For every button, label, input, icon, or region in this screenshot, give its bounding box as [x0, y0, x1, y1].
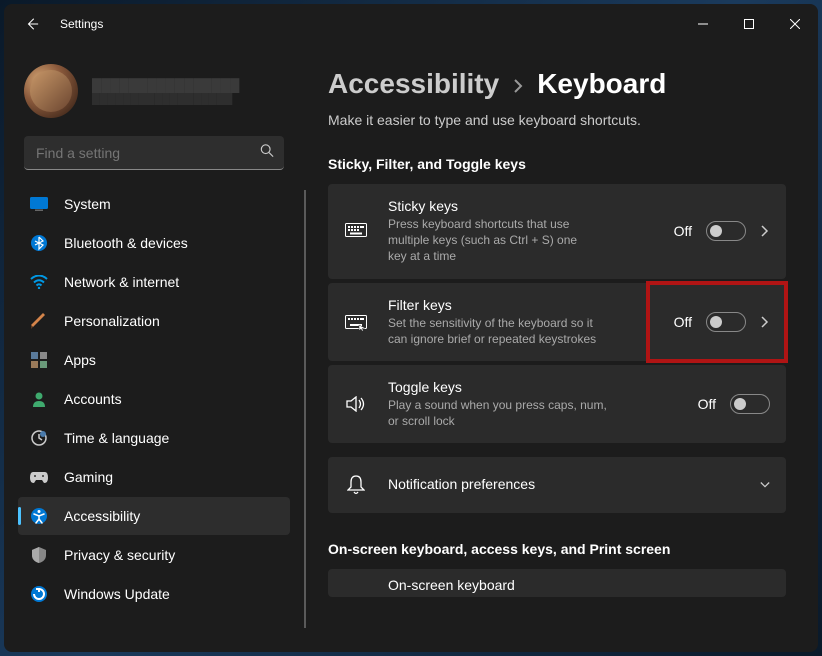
- breadcrumb-current: Keyboard: [537, 68, 666, 100]
- gamepad-icon: [30, 468, 48, 486]
- bell-icon: [344, 473, 368, 497]
- scrollbar[interactable]: [304, 190, 306, 628]
- maximize-button[interactable]: [726, 4, 772, 44]
- sidebar-item-personalization[interactable]: Personalization: [18, 302, 290, 340]
- sidebar-item-time[interactable]: Time & language: [18, 419, 290, 457]
- breadcrumb-parent[interactable]: Accessibility: [328, 68, 499, 100]
- chevron-right-icon[interactable]: [760, 316, 770, 328]
- update-icon: [30, 585, 48, 603]
- settings-window: Settings ████████████████ ██████████████…: [4, 4, 818, 652]
- sticky-keys-toggle[interactable]: [706, 221, 746, 241]
- toggle-state: Off: [698, 396, 716, 412]
- content-pane: Accessibility Keyboard Make it easier to…: [304, 44, 818, 652]
- sidebar-item-label: Apps: [64, 352, 96, 368]
- profile-email: ██████████████████: [92, 93, 284, 105]
- sidebar-item-label: Accounts: [64, 391, 122, 407]
- speaker-icon: [344, 392, 368, 416]
- brush-icon: [30, 312, 48, 330]
- window-title: Settings: [60, 17, 680, 31]
- profile-name: ████████████████: [92, 78, 284, 93]
- filter-keys-toggle[interactable]: [706, 312, 746, 332]
- sidebar-item-apps[interactable]: Apps: [18, 341, 290, 379]
- card-title: Toggle keys: [388, 379, 686, 395]
- card-desc: Set the sensitivity of the keyboard so i…: [388, 315, 608, 347]
- card-notification-preferences[interactable]: Notification preferences: [328, 457, 786, 513]
- titlebar: Settings: [4, 4, 818, 44]
- sidebar-item-accounts[interactable]: Accounts: [18, 380, 290, 418]
- sidebar-item-network[interactable]: Network & internet: [18, 263, 290, 301]
- toggle-keys-toggle[interactable]: [730, 394, 770, 414]
- card-desc: Play a sound when you press caps, num, o…: [388, 397, 618, 429]
- card-title: Sticky keys: [388, 198, 662, 214]
- keyboard-cursor-icon: [344, 310, 368, 334]
- sidebar-item-privacy[interactable]: Privacy & security: [18, 536, 290, 574]
- search-input[interactable]: [24, 136, 284, 170]
- sidebar-item-label: Time & language: [64, 430, 169, 446]
- sidebar-item-update[interactable]: Windows Update: [18, 575, 290, 613]
- avatar: [24, 64, 78, 118]
- card-title: Filter keys: [388, 297, 662, 313]
- card-toggle-keys[interactable]: Toggle keys Play a sound when you press …: [328, 365, 786, 443]
- bluetooth-icon: [30, 234, 48, 252]
- section-title: Sticky, Filter, and Toggle keys: [328, 156, 786, 172]
- breadcrumb: Accessibility Keyboard: [328, 68, 786, 100]
- sidebar-item-label: Personalization: [64, 313, 160, 329]
- card-onscreen-keyboard[interactable]: On-screen keyboard: [328, 569, 786, 597]
- card-desc: Press keyboard shortcuts that use multip…: [388, 216, 598, 265]
- shield-icon: [30, 546, 48, 564]
- sidebar-item-label: Bluetooth & devices: [64, 235, 188, 251]
- clock-icon: [30, 429, 48, 447]
- sidebar-item-label: Windows Update: [64, 586, 170, 602]
- keyboard-icon: [344, 219, 368, 243]
- back-button[interactable]: [24, 16, 40, 32]
- sidebar-item-bluetooth[interactable]: Bluetooth & devices: [18, 224, 290, 262]
- sidebar-item-label: Gaming: [64, 469, 113, 485]
- person-icon: [30, 390, 48, 408]
- chevron-down-icon[interactable]: [760, 481, 770, 489]
- card-sticky-keys[interactable]: Sticky keys Press keyboard shortcuts tha…: [328, 184, 786, 279]
- section-title: On-screen keyboard, access keys, and Pri…: [328, 541, 786, 557]
- sidebar: ████████████████ ██████████████████ Syst…: [4, 44, 304, 652]
- close-button[interactable]: [772, 4, 818, 44]
- card-title: Notification preferences: [388, 476, 748, 492]
- sidebar-item-label: System: [64, 196, 111, 212]
- nav: System Bluetooth & devices Network & int…: [10, 184, 298, 642]
- chevron-right-icon[interactable]: [760, 225, 770, 237]
- accessibility-icon: [30, 507, 48, 525]
- page-subtitle: Make it easier to type and use keyboard …: [328, 112, 786, 128]
- sidebar-item-label: Accessibility: [64, 508, 140, 524]
- sidebar-item-gaming[interactable]: Gaming: [18, 458, 290, 496]
- sidebar-item-label: Network & internet: [64, 274, 179, 290]
- apps-icon: [30, 351, 48, 369]
- window-controls: [680, 4, 818, 44]
- system-icon: [30, 195, 48, 213]
- sidebar-item-label: Privacy & security: [64, 547, 175, 563]
- chevron-right-icon: [513, 77, 523, 98]
- toggle-state: Off: [674, 314, 692, 330]
- card-title: On-screen keyboard: [388, 577, 770, 593]
- minimize-button[interactable]: [680, 4, 726, 44]
- sidebar-item-system[interactable]: System: [18, 185, 290, 223]
- profile[interactable]: ████████████████ ██████████████████: [10, 54, 298, 136]
- card-filter-keys[interactable]: Filter keys Set the sensitivity of the k…: [328, 283, 786, 361]
- wifi-icon: [30, 273, 48, 291]
- sidebar-item-accessibility[interactable]: Accessibility: [18, 497, 290, 535]
- toggle-state: Off: [674, 223, 692, 239]
